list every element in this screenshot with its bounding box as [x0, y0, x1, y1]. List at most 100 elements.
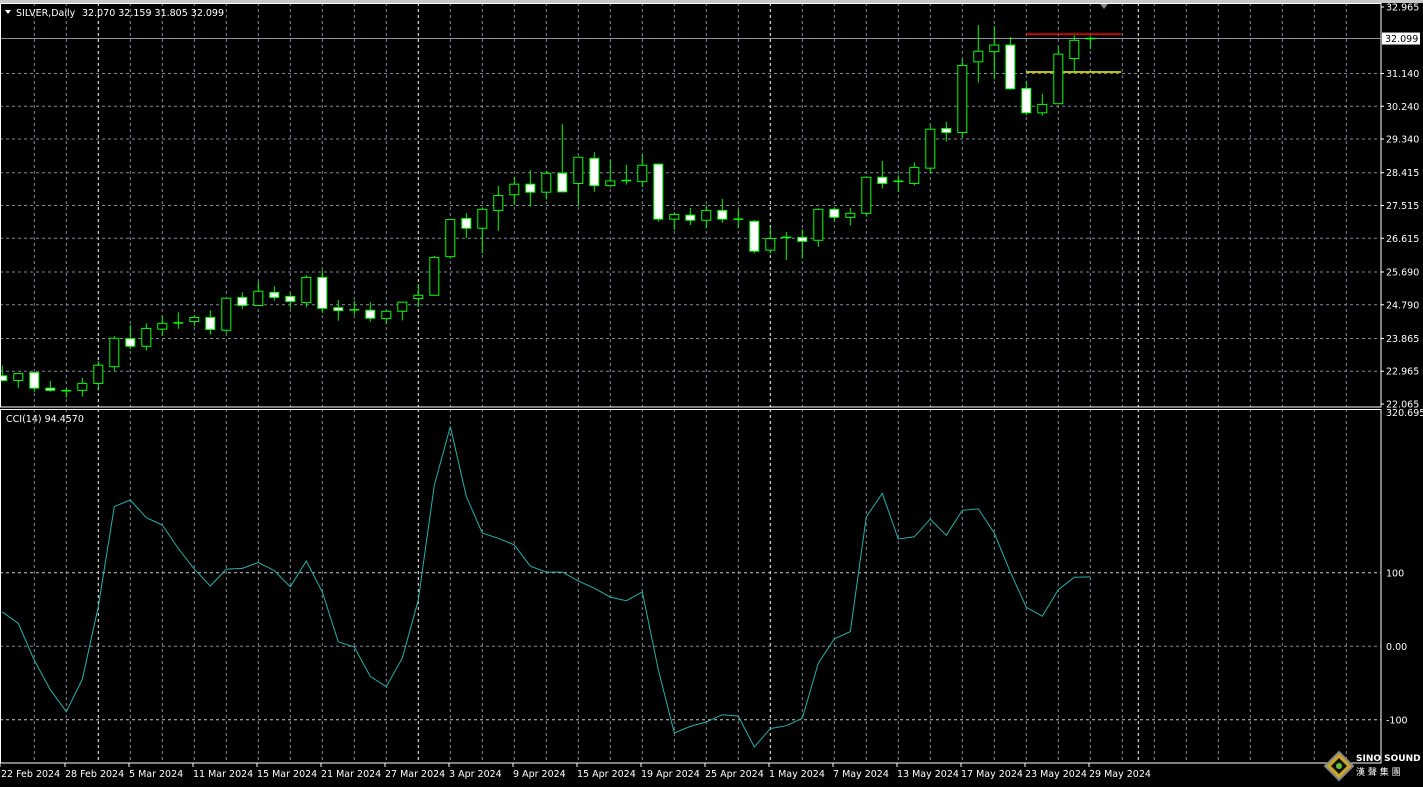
- candle-body-bull: [478, 209, 487, 228]
- time-tick-label: 5 Mar 2024: [129, 769, 183, 780]
- candle: [173, 312, 183, 328]
- candle-body-bear: [830, 209, 839, 217]
- candle-body-bull: [574, 157, 583, 183]
- candle-body-bull: [1054, 54, 1063, 104]
- candle: [254, 282, 263, 306]
- candle: [750, 220, 759, 254]
- cci-tick-label: -100: [1386, 715, 1408, 726]
- candle: [654, 163, 663, 221]
- time-tick-label: 28 Feb 2024: [65, 769, 124, 780]
- current-price-label: 32.099: [1385, 34, 1418, 45]
- candles: [0, 25, 1095, 398]
- candle: [286, 293, 295, 308]
- candle-body-bear: [558, 173, 567, 192]
- candle-body-bear: [206, 317, 215, 329]
- candle: [862, 176, 871, 216]
- candle-body-bull: [414, 295, 423, 298]
- time-tick-label: 13 May 2024: [897, 769, 959, 780]
- candle-body-bear: [526, 184, 535, 192]
- dropdown-triangle-icon[interactable]: [5, 10, 11, 14]
- candle-body-bear: [366, 310, 375, 318]
- candle-body-bear: [718, 210, 727, 219]
- candle: [606, 160, 615, 187]
- candle-body-bull: [78, 383, 87, 390]
- candle-body-bull: [430, 257, 439, 295]
- candle: [334, 300, 343, 321]
- candle: [430, 256, 439, 295]
- candle-body-bear: [46, 388, 55, 390]
- candle-body-bull: [14, 374, 23, 381]
- price-tick-label: 23.865: [1386, 334, 1419, 345]
- candle-body-bull: [910, 167, 919, 183]
- candle: [814, 208, 823, 247]
- candle: [1038, 94, 1047, 116]
- grid: [0, 3, 1381, 763]
- candle: [830, 208, 839, 222]
- candle: [621, 165, 631, 185]
- candle-body-bull: [990, 45, 999, 52]
- candle-body-bull: [110, 338, 119, 366]
- candle: [718, 199, 727, 223]
- chart-canvas[interactable]: 32.96531.14030.24029.34028.41527.51526.6…: [0, 0, 1423, 783]
- candle: [206, 310, 215, 334]
- candle: [878, 161, 887, 189]
- candle: [558, 124, 567, 192]
- candle: [238, 292, 247, 308]
- candle-body-bull: [926, 129, 935, 168]
- candle-body-bear: [462, 218, 471, 228]
- candle-body-bear: [686, 215, 695, 220]
- candle-body-bear: [318, 277, 327, 308]
- symbol-label: SILVER,Daily: [16, 8, 76, 19]
- candle: [494, 186, 503, 231]
- price-tick-label: 26.615: [1386, 234, 1419, 245]
- candle: [638, 155, 647, 187]
- candle-body-bull: [510, 184, 519, 195]
- candle: [670, 212, 679, 230]
- time-tick-label: 21 Mar 2024: [321, 769, 381, 780]
- candle-body-bear: [1022, 88, 1031, 112]
- candle-body-bull: [766, 238, 775, 250]
- candle: [686, 208, 695, 225]
- candle-body-bull: [222, 298, 231, 330]
- candle: [478, 208, 487, 253]
- horizontal-lines[interactable]: [0, 34, 1381, 72]
- time-tick-label: 11 Mar 2024: [193, 769, 253, 780]
- price-tick-label: 28.415: [1386, 168, 1419, 179]
- price-tick-label: 24.790: [1386, 300, 1419, 311]
- cci-tick-label: 100: [1386, 568, 1404, 579]
- time-tick-label: 17 May 2024: [961, 769, 1023, 780]
- candle: [542, 171, 551, 199]
- candle-body-bull: [974, 51, 983, 62]
- candle: [910, 162, 919, 185]
- candle: [14, 374, 23, 388]
- time-tick-label: 25 Apr 2024: [705, 769, 764, 780]
- candle-body-bear: [126, 339, 135, 347]
- candle: [702, 205, 711, 228]
- price-tick-label: 25.690: [1386, 267, 1419, 278]
- candle-body-bear: [654, 164, 663, 219]
- candle: [222, 298, 231, 333]
- price-tick-label: 27.515: [1386, 201, 1419, 212]
- candle: [798, 229, 807, 258]
- candle-body-bear: [270, 292, 279, 297]
- chart-shift-marker-icon[interactable]: [1100, 4, 1108, 9]
- candle: [990, 26, 999, 79]
- candle: [142, 323, 151, 350]
- candle: [302, 275, 311, 307]
- candle: [733, 209, 743, 228]
- candle-body-bull: [670, 214, 679, 219]
- candle-body-bear: [0, 376, 7, 381]
- ohlc-readout: 32.070 32.159 31.805 32.099: [82, 8, 224, 19]
- candle: [94, 361, 103, 389]
- candle: [30, 372, 39, 391]
- candle-body-bull: [142, 328, 151, 346]
- candle-body-bull: [302, 277, 311, 302]
- candle: [61, 388, 71, 397]
- time-tick-label: 22 Feb 2024: [1, 769, 60, 780]
- price-tick-label: 29.340: [1386, 135, 1419, 146]
- candle: [349, 301, 359, 315]
- price-tick-label: 22.965: [1386, 367, 1419, 378]
- time-tick-label: 23 May 2024: [1025, 769, 1087, 780]
- candle-body-bear: [286, 296, 295, 301]
- logo-brand: SINO SOUND: [1356, 754, 1421, 764]
